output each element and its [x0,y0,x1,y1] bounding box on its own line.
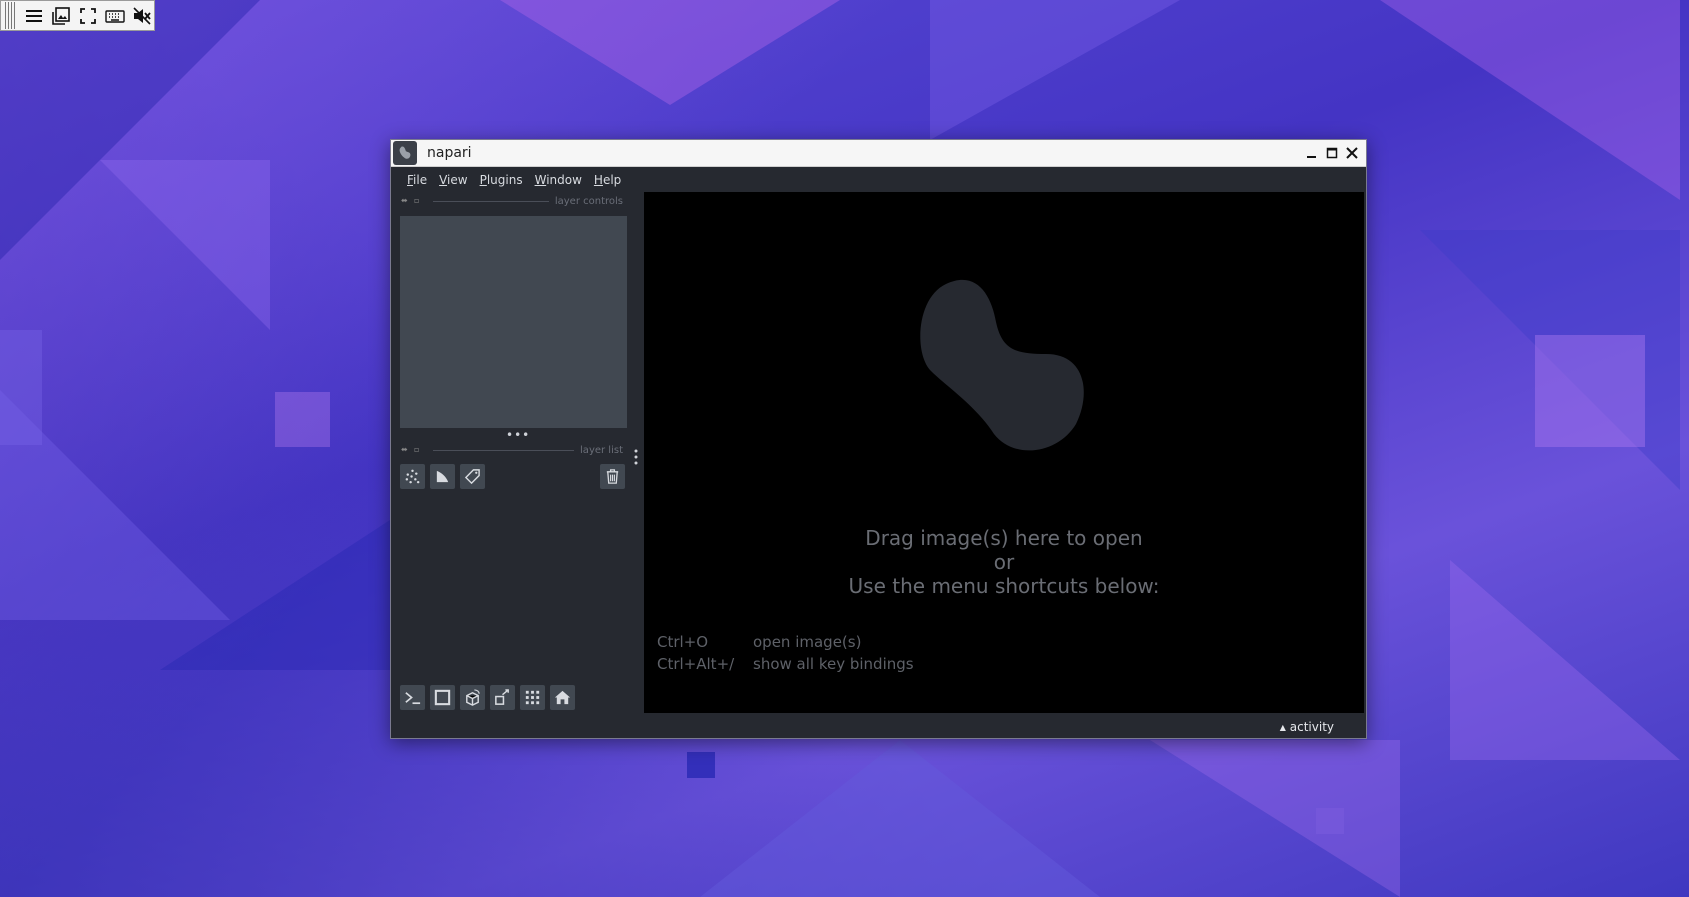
menu-view-accel: V [439,172,448,187]
minimize-icon[interactable] [1304,144,1320,162]
close-dock-icon[interactable]: ▫ [414,446,422,454]
dock-options-icon[interactable] [634,449,638,465]
left-dock: ⬌ ▫ layer controls ••• ⬌ ▫ layer list [391,192,638,720]
welcome-drag-text: Drag image(s) here to open [865,526,1143,550]
screenshot-icon[interactable] [50,5,71,26]
new-points-layer-icon[interactable] [400,464,425,489]
close-dock-icon[interactable]: ▫ [414,197,422,205]
menu-plugins[interactable]: Plugins [474,173,529,187]
menu-help-rest: elp [602,172,622,187]
home-icon[interactable] [550,685,575,710]
ndisplay-2d-icon[interactable] [430,685,455,710]
shortcut-key: Ctrl+O [657,633,709,651]
title-divider [433,200,549,202]
console-icon[interactable] [400,685,425,710]
layer-controls-panel [400,216,627,428]
layer-controls-label: layer controls [554,195,623,207]
shortcut-description: show all key bindings [753,655,914,673]
bg-shape [1150,740,1400,897]
bg-shape [275,392,330,447]
bg-shape [1535,335,1645,447]
menu-window-accel: W [534,172,547,187]
splitter-handle-icon[interactable]: ••• [506,429,530,441]
bg-shape [0,330,42,445]
drag-handle[interactable] [5,2,17,29]
menu-plugins-accel: P [479,172,487,187]
menu-view[interactable]: View [433,173,473,187]
menu-window-rest: indow [546,172,582,187]
layer-list-titlebar[interactable]: ⬌ ▫ layer list [401,444,623,456]
menu-window[interactable]: Window [529,173,588,187]
float-dock-icon[interactable]: ⬌ [401,446,409,454]
welcome-or-text: or [993,550,1015,574]
viewer-canvas[interactable]: Drag image(s) here to open or Use the me… [644,192,1364,713]
shortcut-description: open image(s) [753,633,862,651]
layer-list-label: layer list [580,444,623,456]
maximize-icon[interactable] [1324,144,1340,162]
bg-shape [687,752,715,778]
remote-desktop-toolbar [0,0,155,31]
activity-button[interactable]: ▲ activity [1280,720,1334,734]
window-title: napari [427,145,472,161]
menu-file[interactable]: File [401,173,433,187]
napari-logo-icon [920,279,1084,451]
bg-shape [1380,0,1680,200]
transpose-dims-icon[interactable] [490,685,515,710]
bg-shape [160,520,390,670]
mute-icon[interactable] [131,5,152,26]
title-divider [433,449,575,451]
bg-shape [1316,808,1344,834]
fullscreen-icon[interactable] [77,5,98,26]
shortcut-key: Ctrl+Alt+/ [657,655,735,673]
chevron-up-icon: ▲ [1279,723,1286,732]
layer-controls-titlebar[interactable]: ⬌ ▫ layer controls [401,195,623,207]
title-bar[interactable]: napari [391,140,1366,167]
menu-file-rest: ile [413,172,428,187]
float-dock-icon[interactable]: ⬌ [401,197,409,205]
status-bar: ▲ activity [391,714,1366,738]
bg-shape [930,0,1180,140]
close-icon[interactable] [1344,144,1360,162]
menu-plugins-rest: lugins [486,172,523,187]
keyboard-icon[interactable] [104,5,125,26]
menu-help[interactable]: Help [588,173,627,187]
new-labels-layer-icon[interactable] [460,464,485,489]
bg-shape [500,0,840,105]
napari-window: napari File View Plugins Window Help ⬌ ▫… [390,139,1367,739]
activity-label: activity [1289,720,1334,734]
menu-view-rest: iew [447,172,468,187]
bg-shape [700,740,1100,897]
menu-bar: File View Plugins Window Help [391,167,1366,192]
welcome-menu-text: Use the menu shortcuts below: [848,574,1160,598]
bg-shape [100,160,270,330]
bg-shape [1450,560,1680,760]
new-shapes-layer-icon[interactable] [430,464,455,489]
menu-icon[interactable] [23,5,44,26]
delete-layer-icon[interactable] [600,464,625,489]
napari-logo-icon [393,141,417,165]
roll-dims-icon[interactable] [460,685,485,710]
grid-view-icon[interactable] [520,685,545,710]
menu-help-accel: H [593,172,603,187]
